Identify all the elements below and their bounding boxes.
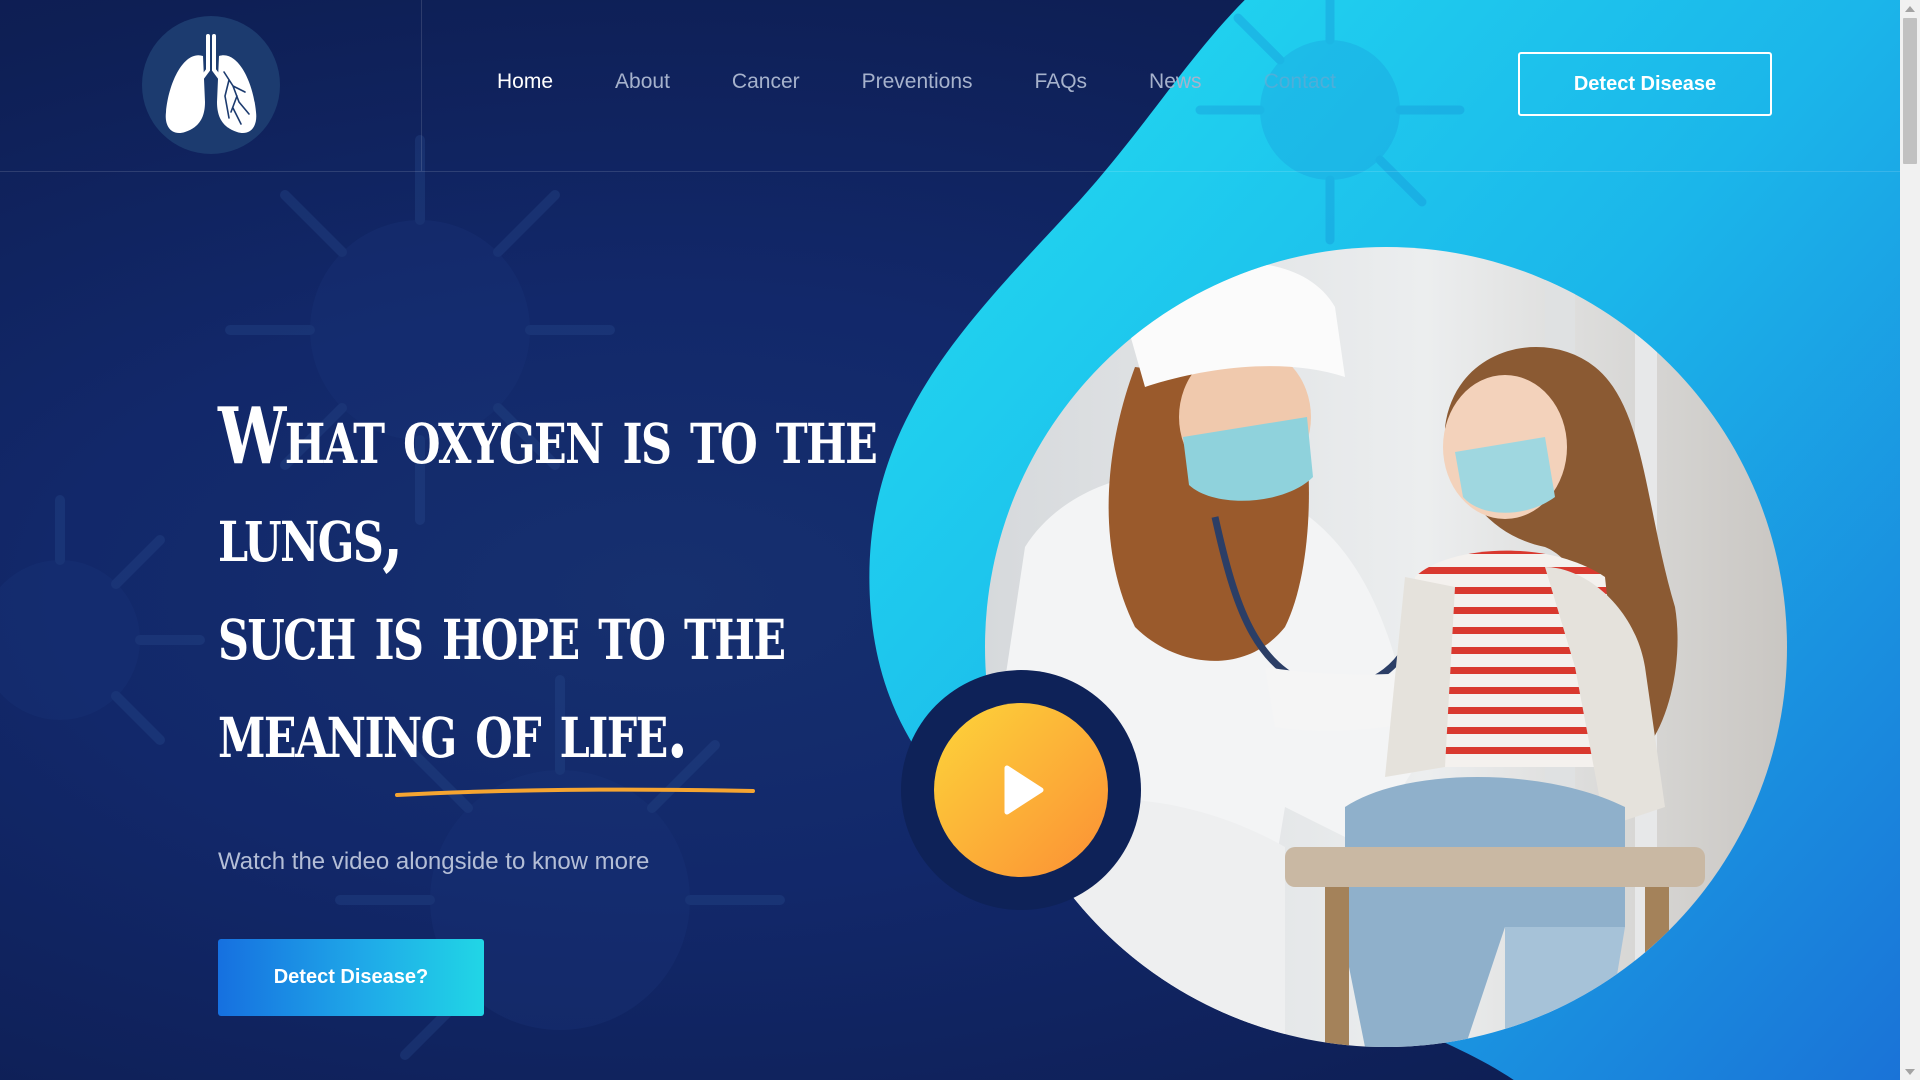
nav-link-contact[interactable]: Contact: [1264, 70, 1336, 94]
header-divider: [421, 0, 422, 171]
detect-disease-header-button[interactable]: Detect Disease: [1518, 52, 1772, 116]
detect-disease-cta-button[interactable]: Detect Disease?: [218, 939, 484, 1016]
scroll-down-arrow-icon[interactable]: [1900, 1063, 1920, 1080]
hero-title: What oxygen is to the lungs, such is hop…: [218, 388, 878, 780]
nav-link-news[interactable]: News: [1149, 70, 1202, 94]
video-play-container: [901, 670, 1141, 910]
doctor-child-photo: [985, 247, 1787, 1047]
nav-link-home[interactable]: Home: [497, 70, 553, 94]
hero-title-line: such is hope to the: [218, 587, 786, 678]
main-navigation: Home About Cancer Preventions FAQs News …: [497, 70, 1398, 94]
nav-link-preventions[interactable]: Preventions: [862, 70, 973, 94]
hero-title-line: meaning of life.: [218, 685, 688, 776]
scrollbar-thumb[interactable]: [1903, 18, 1917, 164]
title-underline-brushstroke: [395, 787, 755, 797]
lungs-icon: [165, 34, 257, 134]
hero-subtitle: Watch the video alongside to know more: [218, 848, 650, 875]
nav-link-cancer[interactable]: Cancer: [732, 70, 800, 94]
doctor-examining-child-illustration: [985, 247, 1787, 1047]
scroll-up-arrow-icon[interactable]: [1900, 0, 1920, 17]
nav-link-about[interactable]: About: [615, 70, 670, 94]
hero-title-line: lungs,: [218, 489, 403, 580]
page-scrollbar[interactable]: [1900, 0, 1920, 1080]
site-logo[interactable]: [142, 16, 280, 154]
play-video-button[interactable]: [934, 703, 1108, 877]
nav-link-faqs[interactable]: FAQs: [1035, 70, 1088, 94]
landing-page: Home About Cancer Preventions FAQs News …: [0, 0, 1900, 1080]
site-header: Home About Cancer Preventions FAQs News …: [0, 0, 1900, 172]
hero-title-line: What oxygen is to the: [218, 391, 878, 482]
play-icon: [1004, 765, 1044, 815]
